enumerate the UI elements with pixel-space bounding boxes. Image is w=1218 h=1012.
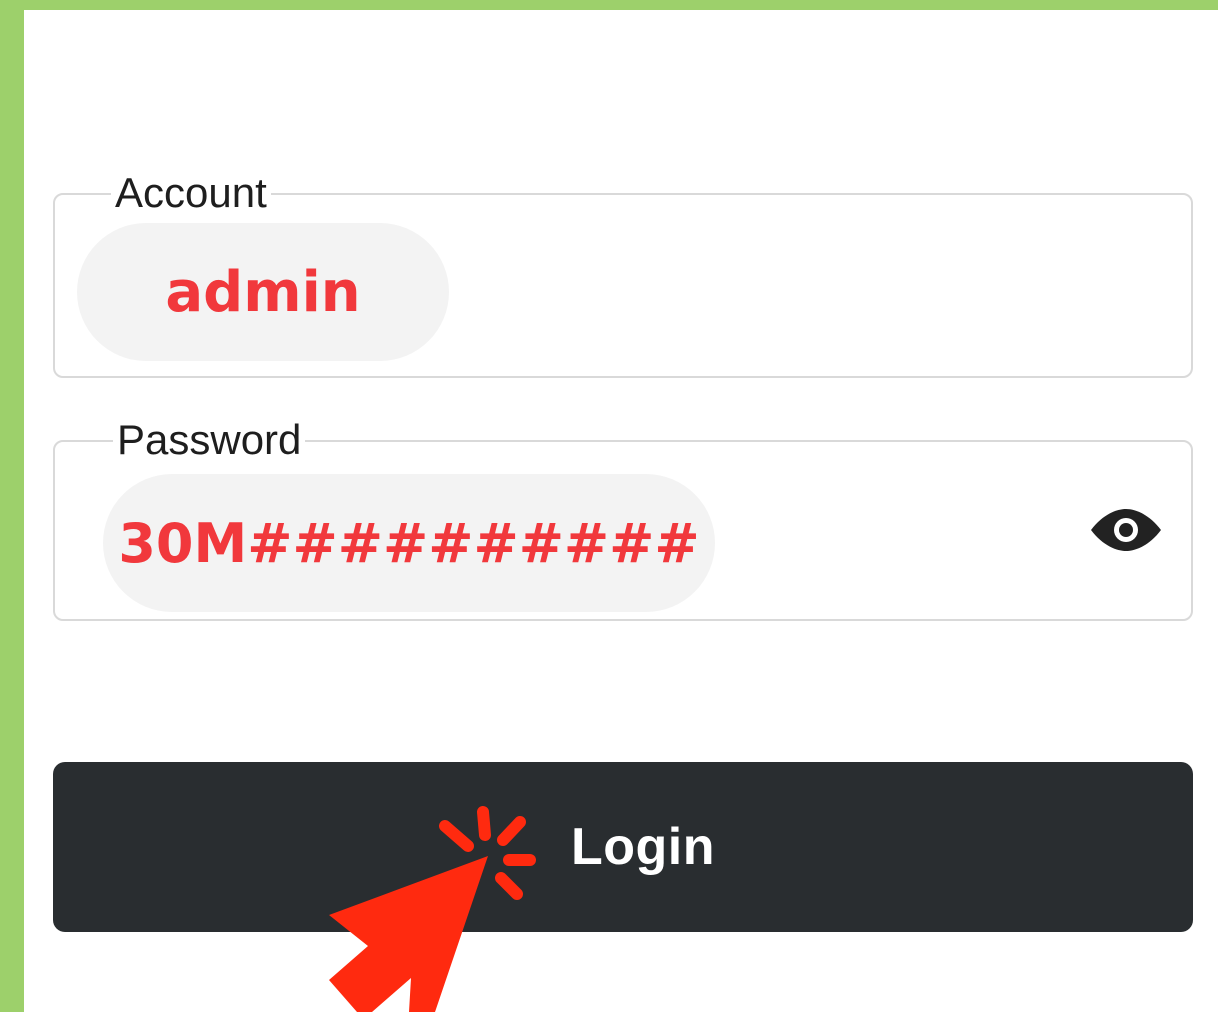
account-value[interactable]: admin bbox=[77, 223, 449, 361]
login-button[interactable]: Login bbox=[53, 762, 1193, 932]
account-field[interactable]: Account admin bbox=[53, 169, 1193, 378]
password-label: Password bbox=[113, 416, 306, 464]
login-panel: Account admin Password 30M########## Log… bbox=[24, 10, 1218, 1012]
account-label: Account bbox=[111, 169, 271, 217]
login-button-label: Login bbox=[570, 818, 715, 876]
eye-icon[interactable] bbox=[1089, 508, 1163, 552]
password-value[interactable]: 30M########## bbox=[103, 474, 715, 612]
password-field[interactable]: Password 30M########## bbox=[53, 416, 1193, 621]
